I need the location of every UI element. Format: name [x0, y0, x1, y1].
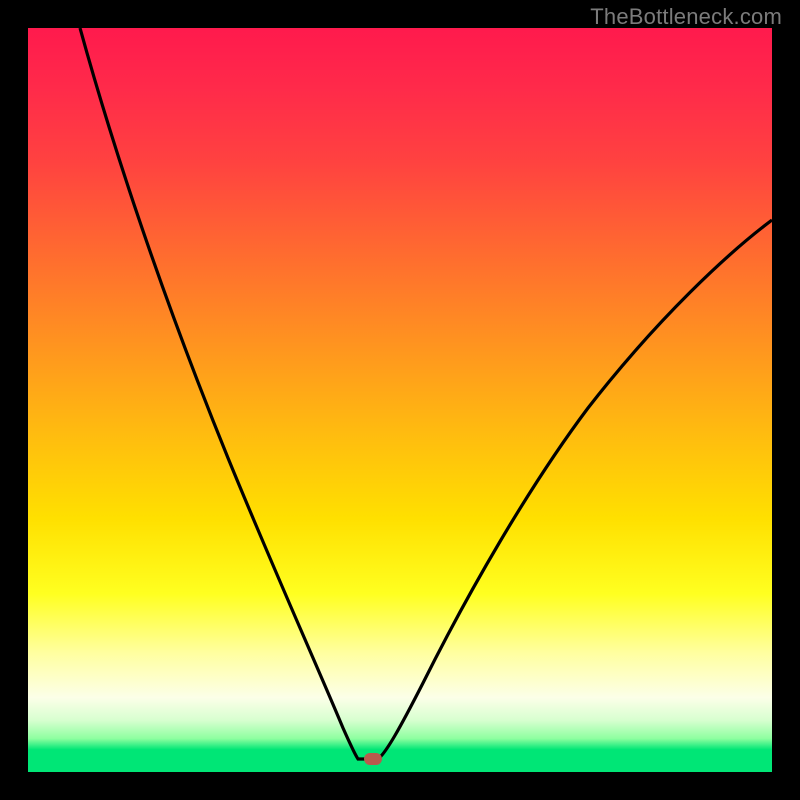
- plot-area: [28, 28, 772, 772]
- watermark-text: TheBottleneck.com: [590, 4, 782, 30]
- bottleneck-curve: [28, 28, 772, 772]
- min-marker: [364, 753, 382, 765]
- chart-frame: TheBottleneck.com: [0, 0, 800, 800]
